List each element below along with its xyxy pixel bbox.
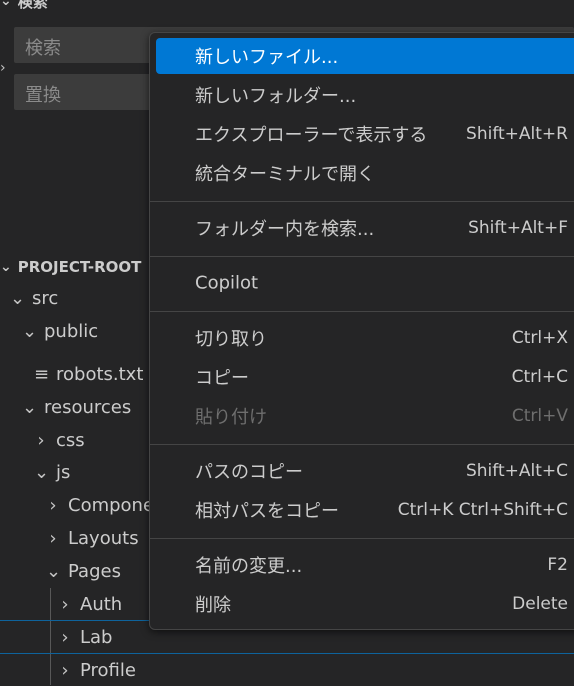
- tree-item-js[interactable]: ⌄ js: [34, 456, 70, 488]
- menu-item-open-in-terminal[interactable]: 統合ターミナルで開く: [156, 155, 574, 191]
- chevron-right-icon: ›: [49, 494, 57, 516]
- menu-item-paste: 貼り付け Ctrl+V: [156, 398, 574, 434]
- menu-item-shortcut: Shift+Alt+F: [468, 218, 568, 238]
- menu-item-copy-relative-path[interactable]: 相対パスをコピー Ctrl+K Ctrl+Shift+C: [156, 492, 574, 528]
- search-section-header[interactable]: ⌄ 検索: [0, 0, 48, 12]
- menu-item-label: 切り取り: [195, 329, 267, 350]
- chevron-right-icon: ›: [61, 593, 69, 615]
- tree-item-auth[interactable]: › Auth: [58, 588, 122, 620]
- menu-item-label: 名前の変更...: [195, 556, 303, 577]
- tree-item-resources[interactable]: ⌄ resources: [22, 391, 131, 423]
- tree-item-label: js: [56, 461, 71, 483]
- menu-item-reveal-in-explorer[interactable]: エクスプローラーで表示する Shift+Alt+R: [156, 116, 574, 152]
- menu-item-shortcut: Delete: [512, 594, 568, 614]
- tree-item-lab[interactable]: › Lab: [58, 621, 112, 653]
- explorer-section-header[interactable]: ⌄ PROJECT-ROOT: [0, 256, 141, 278]
- replace-placeholder: 置換: [25, 85, 61, 106]
- search-placeholder: 検索: [25, 38, 61, 59]
- tree-item-label: resources: [44, 396, 132, 418]
- chevron-down-icon: ⌄: [0, 259, 12, 275]
- search-section-title: 検索: [17, 0, 48, 11]
- menu-item-shortcut: F2: [547, 555, 568, 575]
- chevron-right-icon: ›: [61, 626, 69, 648]
- tree-item-public[interactable]: ⌄ public: [22, 315, 98, 347]
- menu-separator: [150, 201, 574, 202]
- chevron-right-icon: ›: [49, 527, 57, 549]
- tree-item-pages[interactable]: ⌄ Pages: [46, 555, 121, 587]
- text-file-icon: ≡: [34, 363, 50, 385]
- tree-item-robots-txt[interactable]: ≡ robots.txt: [34, 358, 143, 390]
- tree-item-label: Layouts: [68, 527, 139, 549]
- toggle-replace-icon[interactable]: ›: [0, 60, 6, 76]
- chevron-down-icon: ⌄: [0, 0, 12, 9]
- menu-item-shortcut: Ctrl+V: [511, 406, 568, 426]
- menu-item-label: 新しいフォルダー...: [195, 86, 357, 107]
- tree-item-label: css: [56, 429, 85, 451]
- tree-item-label: Auth: [80, 593, 123, 615]
- menu-item-copy[interactable]: コピー Ctrl+C: [156, 359, 574, 395]
- menu-item-new-folder[interactable]: 新しいフォルダー...: [156, 77, 574, 113]
- menu-item-new-file[interactable]: 新しいファイル...: [156, 38, 574, 74]
- chevron-down-icon: ⌄: [22, 320, 38, 342]
- tree-item-layouts[interactable]: › Layouts: [46, 522, 139, 554]
- tree-item-label: Pages: [68, 560, 121, 582]
- chevron-down-icon: ⌄: [46, 560, 62, 582]
- context-menu: 新しいファイル... 新しいフォルダー... エクスプローラーで表示する Shi…: [149, 32, 574, 630]
- menu-item-rename[interactable]: 名前の変更... F2: [156, 547, 574, 583]
- tree-item-label: robots.txt: [56, 363, 144, 385]
- chevron-right-icon: ›: [61, 659, 69, 681]
- menu-item-label: 新しいファイル...: [195, 47, 339, 68]
- chevron-down-icon: ⌄: [22, 396, 38, 418]
- menu-item-shortcut: Ctrl+C: [511, 367, 568, 387]
- menu-item-label: パスのコピー: [195, 462, 303, 483]
- menu-item-label: エクスプローラーで表示する: [195, 125, 428, 146]
- menu-item-copilot[interactable]: Copilot: [156, 265, 574, 301]
- menu-item-delete[interactable]: 削除 Delete: [156, 586, 574, 622]
- tree-item-label: Lab: [80, 626, 113, 648]
- menu-item-label: Copilot: [195, 272, 259, 294]
- menu-item-shortcut: Ctrl+X: [511, 328, 568, 348]
- menu-item-label: 相対パスをコピー: [195, 501, 339, 522]
- menu-item-cut[interactable]: 切り取り Ctrl+X: [156, 320, 574, 356]
- tree-item-src[interactable]: ⌄ src: [10, 282, 58, 314]
- chevron-down-icon: ⌄: [34, 461, 50, 483]
- tree-item-label: Profile: [80, 659, 136, 681]
- menu-item-copy-path[interactable]: パスのコピー Shift+Alt+C: [156, 453, 574, 489]
- chevron-down-icon: ⌄: [10, 287, 26, 309]
- tree-item-profile[interactable]: › Profile: [58, 654, 136, 686]
- chevron-right-icon: ›: [37, 429, 45, 451]
- menu-item-label: 削除: [195, 595, 231, 616]
- menu-separator: [150, 444, 574, 445]
- menu-item-label: 貼り付け: [195, 407, 267, 428]
- tree-item-css[interactable]: › css: [34, 424, 85, 456]
- indent-guide: [50, 588, 51, 685]
- tree-item-label: public: [44, 320, 99, 342]
- menu-item-find-in-folder[interactable]: フォルダー内を検索... Shift+Alt+F: [156, 210, 574, 246]
- menu-item-shortcut: Ctrl+K Ctrl+Shift+C: [397, 500, 568, 520]
- menu-separator: [150, 311, 574, 312]
- tree-item-label: src: [32, 287, 59, 309]
- menu-separator: [150, 256, 574, 257]
- menu-separator: [150, 538, 574, 539]
- menu-item-shortcut: Shift+Alt+R: [466, 124, 568, 144]
- menu-item-label: フォルダー内を検索...: [195, 219, 375, 240]
- menu-item-label: 統合ターミナルで開く: [195, 164, 375, 185]
- menu-item-shortcut: Shift+Alt+C: [465, 461, 568, 481]
- menu-item-label: コピー: [195, 368, 249, 389]
- explorer-root-title: PROJECT-ROOT: [17, 258, 142, 276]
